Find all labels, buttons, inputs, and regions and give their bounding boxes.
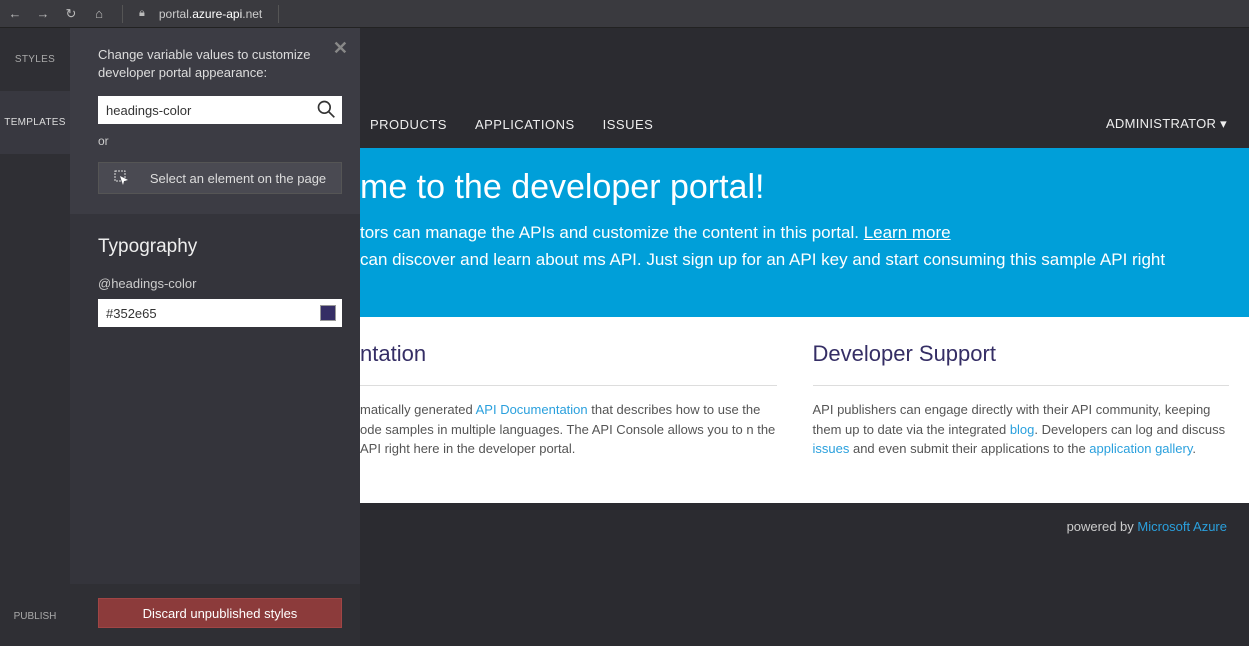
url-text: portal.azure-api.net [159,7,262,21]
card-support-body: API publishers can engage directly with … [813,400,1230,459]
cards-row: ntation matically generated API Document… [360,317,1249,503]
lock-icon: 🔒︎ [139,7,145,20]
or-text: or [98,134,342,148]
styles-panel: ✕ Change variable values to customize de… [70,28,360,646]
rail-templates[interactable]: TEMPLATES [0,91,70,154]
hero-line1: tors can manage the APIs and customize t… [360,219,1229,246]
hero-banner: me to the developer portal! tors can man… [360,148,1249,317]
learn-more-link[interactable]: Learn more [864,223,951,242]
refresh-icon[interactable]: ↻ [64,7,78,21]
search-input[interactable] [98,96,342,124]
close-icon[interactable]: ✕ [333,38,348,59]
select-element-button[interactable]: Select an element on the page [98,162,342,194]
forward-icon[interactable]: → [36,7,50,21]
select-element-label: Select an element on the page [150,171,326,186]
search-icon[interactable] [316,99,336,119]
chevron-down-icon: ▾ [1220,116,1227,131]
discard-button[interactable]: Discard unpublished styles [98,598,342,628]
separator [122,5,123,23]
main-content: PRODUCTS APPLICATIONS ISSUES ADMINISTRAT… [360,28,1249,646]
left-rail: STYLES TEMPLATES PUBLISH [0,28,70,646]
back-icon[interactable]: ← [8,7,22,21]
separator [278,5,279,23]
card-documentation: ntation matically generated API Document… [360,341,777,459]
card-doc-body: matically generated API Documentation th… [360,400,777,459]
application-gallery-link[interactable]: application gallery [1089,441,1192,456]
footer: powered by Microsoft Azure [360,503,1249,534]
blog-link[interactable]: blog [1010,422,1035,437]
color-value-input[interactable] [98,299,320,327]
admin-dropdown[interactable]: ADMINISTRATOR ▾ [1106,116,1227,132]
top-nav: PRODUCTS APPLICATIONS ISSUES ADMINISTRAT… [360,28,1249,148]
browser-bar: ← → ↻ ⌂ 🔒︎ portal.azure-api.net [0,0,1249,28]
rail-publish[interactable]: PUBLISH [0,587,70,646]
color-swatch[interactable] [320,305,336,321]
variable-name: @headings-color [98,276,342,291]
api-documentation-link[interactable]: API Documentation [476,402,588,417]
color-input-row [98,299,342,327]
section-typography: Typography [98,236,342,258]
rail-styles[interactable]: STYLES [0,28,70,91]
nav-applications[interactable]: APPLICATIONS [475,117,575,132]
nav-issues[interactable]: ISSUES [603,117,654,132]
hero-title: me to the developer portal! [360,168,1229,207]
card-support-title: Developer Support [813,341,1230,386]
issues-link[interactable]: issues [813,441,850,456]
pointer-icon [114,170,130,186]
hero-line2: can discover and learn about ms API. Jus… [360,246,1229,273]
home-icon[interactable]: ⌂ [92,7,106,21]
microsoft-azure-link[interactable]: Microsoft Azure [1137,519,1227,534]
card-doc-title: ntation [360,341,777,386]
card-support: Developer Support API publishers can eng… [813,341,1230,459]
panel-intro: Change variable values to customize deve… [98,46,342,82]
nav-products[interactable]: PRODUCTS [370,117,447,132]
